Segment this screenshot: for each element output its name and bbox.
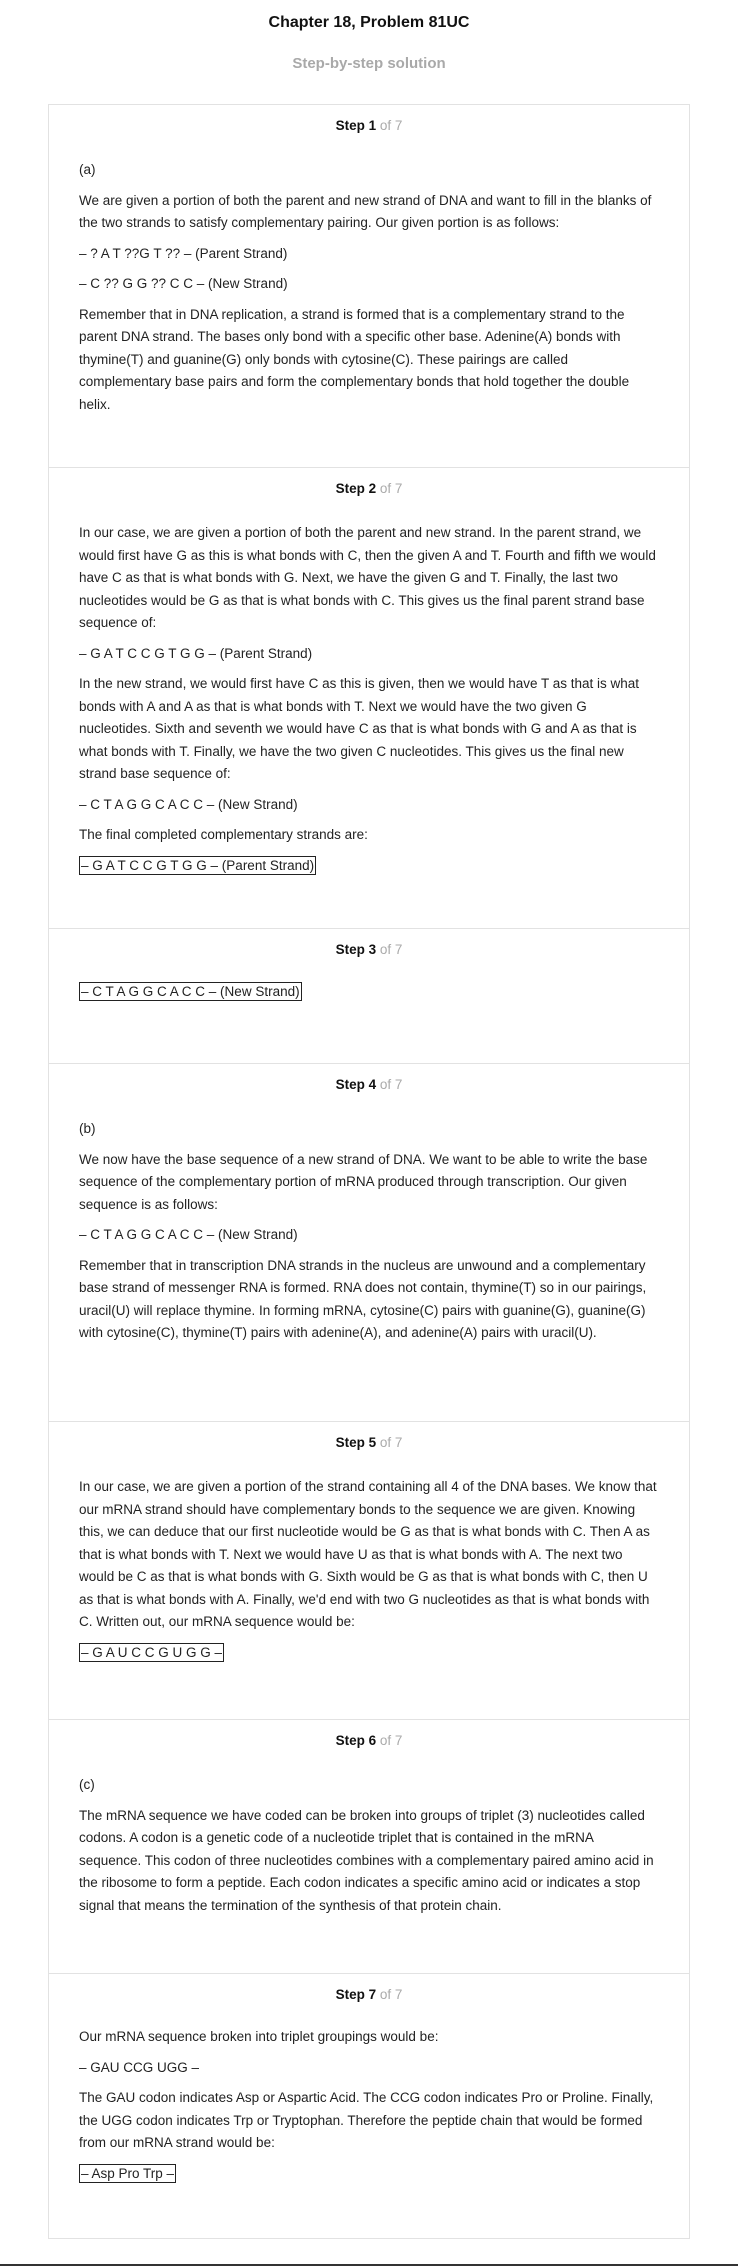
step-6-content: (c) The mRNA sequence we have coded can … xyxy=(49,1750,689,1917)
step-total: of 7 xyxy=(379,118,403,133)
step-1-heading: Step 1 of 7 xyxy=(49,117,689,135)
step-paragraph: Our mRNA sequence broken into triplet gr… xyxy=(79,2029,439,2044)
step-paragraph: Remember that in transcription DNA stran… xyxy=(79,1257,647,1341)
step-6-card: Step 6 of 7 (c) The mRNA sequence we hav… xyxy=(48,1719,690,1974)
step-4-content: (b) We now have the base sequence of a n… xyxy=(49,1094,689,1345)
step-1-card: Step 1 of 7 (a) We are given a portion o… xyxy=(48,104,690,468)
page-title: Chapter 18, Problem 81UC xyxy=(268,14,470,31)
codon-groups: – GAU CCG UGG – xyxy=(79,2059,200,2075)
step-paragraph: We now have the base sequence of a new s… xyxy=(79,1151,648,1212)
step-number: Step 2 xyxy=(335,481,377,496)
parent-strand-given: – ? A T ??G T ?? – (Parent Strand) xyxy=(79,245,288,261)
part-label: (a) xyxy=(79,162,96,177)
page-subtitle: Step-by-step solution xyxy=(292,55,446,72)
step-total: of 7 xyxy=(379,1987,403,2002)
step-total: of 7 xyxy=(379,481,403,496)
step-number: Step 4 xyxy=(335,1077,377,1092)
answer-box: – G A T C C G T G G – (Parent Strand) xyxy=(79,855,317,875)
step-5-content: In our case, we are given a portion of t… xyxy=(49,1452,689,1664)
step-2-content: In our case, we are given a portion of b… xyxy=(49,498,689,877)
step-paragraph: Remember that in DNA replication, a stra… xyxy=(79,306,630,412)
step-total: of 7 xyxy=(379,1733,403,1748)
bottom-divider xyxy=(0,2264,738,2266)
step-number: Step 7 xyxy=(335,1987,377,2002)
step-paragraph: The mRNA sequence we have coded can be b… xyxy=(79,1807,654,1913)
solution-page: Chapter 18, Problem 81UC Step-by-step so… xyxy=(0,0,738,2267)
step-paragraph: In our case, we are given a portion of b… xyxy=(79,525,656,630)
new-strand-sequence: – C T A G G C A C C – (New Strand) xyxy=(79,1227,298,1242)
new-strand-given: – C ?? G G ?? C C – (New Strand) xyxy=(79,276,288,291)
step-4-heading: Step 4 of 7 xyxy=(49,1076,689,1094)
step-3-heading: Step 3 of 7 xyxy=(49,941,689,959)
step-paragraph: The GAU codon indicates Asp or Aspartic … xyxy=(79,2090,654,2150)
step-paragraph: In the new strand, we would first have C… xyxy=(79,676,640,781)
step-number: Step 5 xyxy=(335,1435,377,1450)
step-number: Step 1 xyxy=(335,118,377,133)
step-total: of 7 xyxy=(379,1077,403,1092)
step-number: Step 6 xyxy=(335,1733,377,1748)
step-7-card: Step 7 of 7 Our mRNA sequence broken int… xyxy=(48,1973,690,2239)
step-2-heading: Step 2 of 7 xyxy=(49,480,689,498)
part-label: (c) xyxy=(79,1777,95,1792)
step-2-card: Step 2 of 7 In our case, we are given a … xyxy=(48,467,690,929)
step-7-content: Our mRNA sequence broken into triplet gr… xyxy=(49,2004,689,2185)
step-1-content: (a) We are given a portion of both the p… xyxy=(49,135,689,416)
step-3-content: – C T A G G C A C C – (New Strand) xyxy=(49,959,689,1004)
step-5-heading: Step 5 of 7 xyxy=(49,1434,689,1452)
parent-strand-sequence: – G A T C C G T G G – (Parent Strand) xyxy=(79,645,313,661)
new-strand-sequence: – C T A G G C A C C – (New Strand) xyxy=(79,796,298,812)
step-paragraph: In our case, we are given a portion of t… xyxy=(79,1479,657,1629)
step-5-card: Step 5 of 7 In our case, we are given a … xyxy=(48,1421,690,1720)
part-label: (b) xyxy=(79,1121,96,1136)
step-paragraph: The final completed complementary strand… xyxy=(79,827,368,842)
step-total: of 7 xyxy=(379,1435,403,1450)
step-6-heading: Step 6 of 7 xyxy=(49,1732,689,1750)
step-total: of 7 xyxy=(379,942,403,957)
step-7-heading: Step 7 of 7 xyxy=(49,1986,689,2004)
answer-box: – Asp Pro Trp – xyxy=(79,2163,177,2183)
step-4-card: Step 4 of 7 (b) We now have the base seq… xyxy=(48,1063,690,1422)
step-3-card: Step 3 of 7 – C T A G G C A C C – (New S… xyxy=(48,928,690,1064)
answer-box: – C T A G G C A C C – (New Strand) xyxy=(79,982,302,1001)
step-paragraph: We are given a portion of both the paren… xyxy=(79,192,652,231)
answer-box: – G A U C C G U G G – xyxy=(79,1642,225,1662)
step-number: Step 3 xyxy=(335,942,377,957)
